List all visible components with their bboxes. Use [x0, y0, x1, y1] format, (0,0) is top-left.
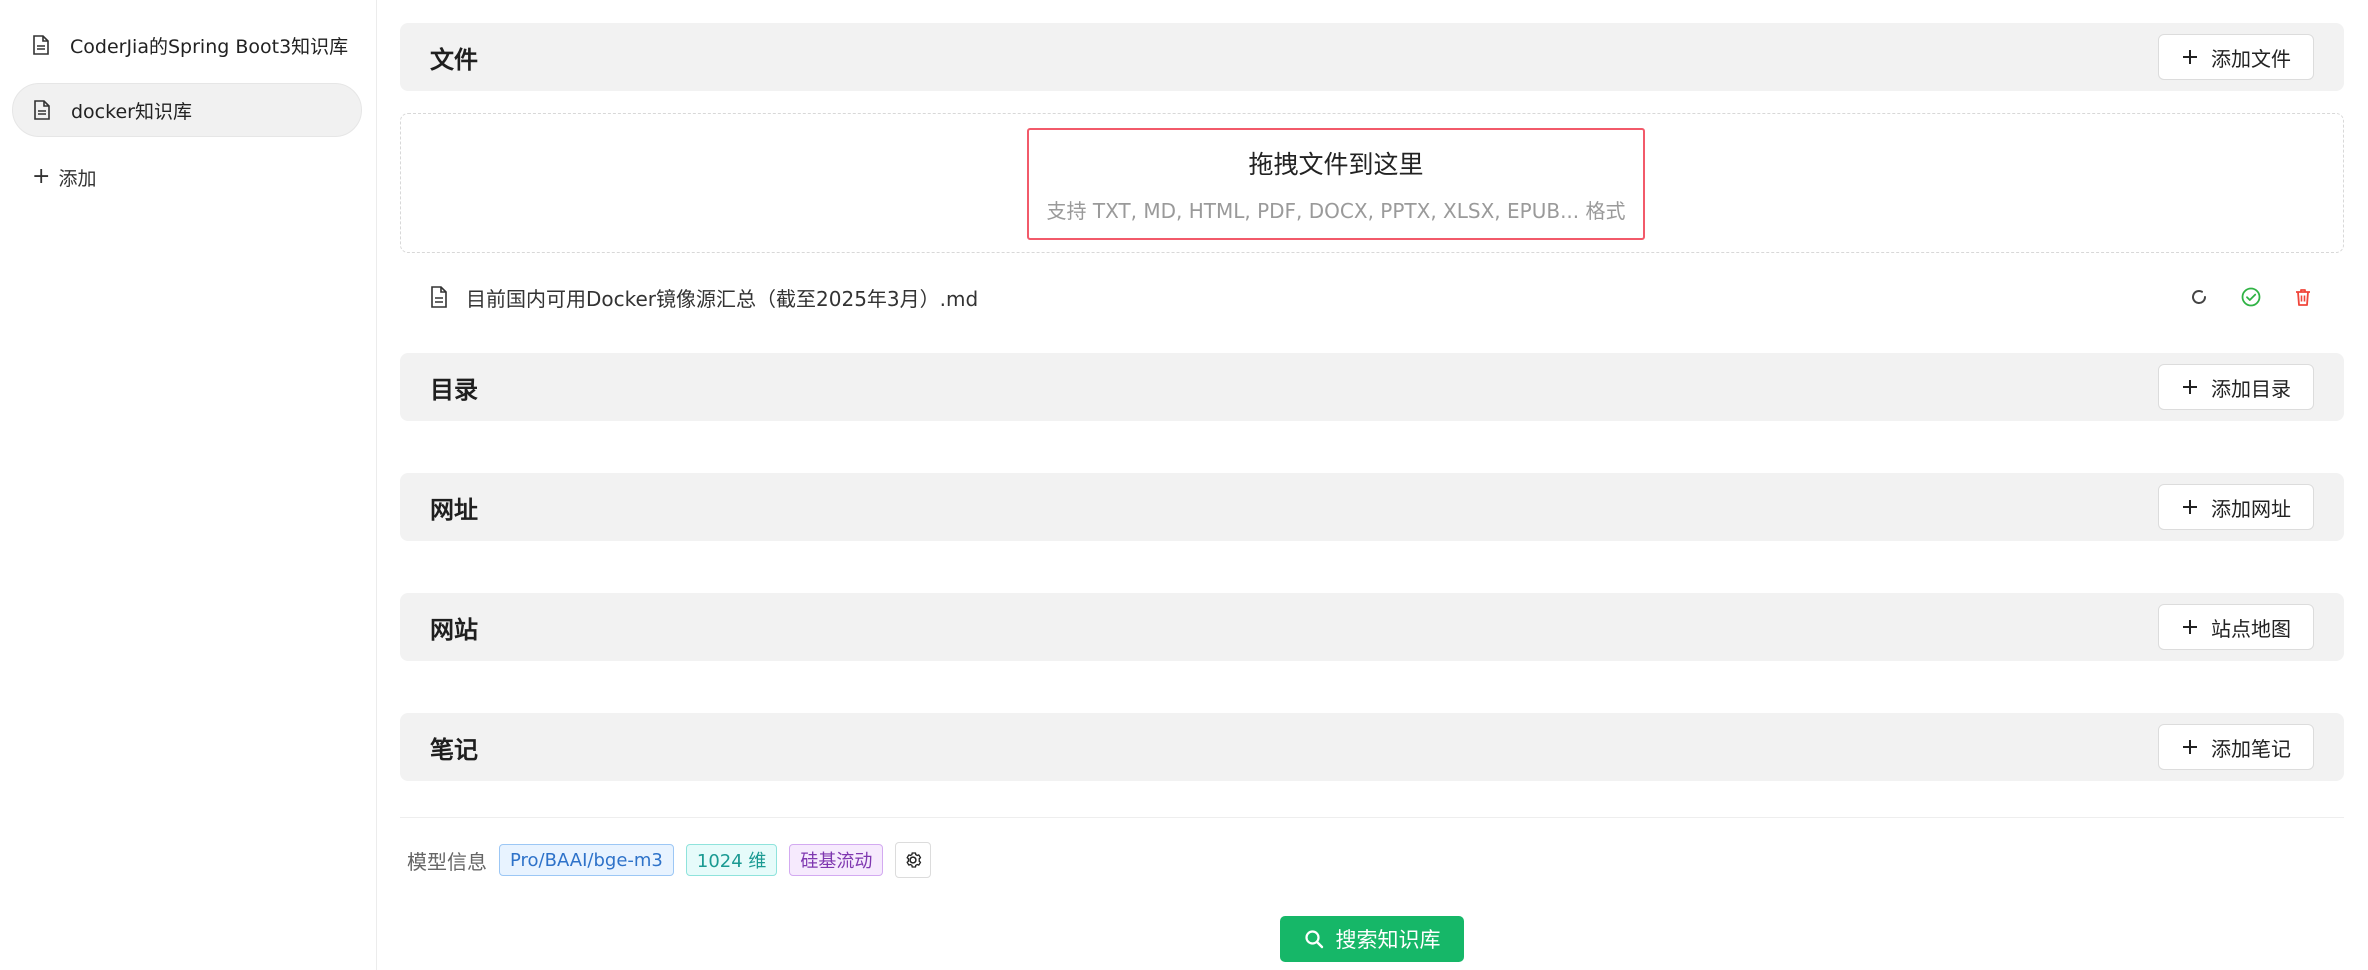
add-directory-button[interactable]: 添加目录	[2158, 364, 2314, 410]
website-section-header: 网站 站点地图	[400, 593, 2344, 661]
dropzone-target[interactable]: 拖拽文件到这里 支持 TXT, MD, HTML, PDF, DOCX, PPT…	[1027, 128, 1645, 240]
add-directory-label: 添加目录	[2211, 376, 2291, 401]
document-icon	[431, 286, 447, 308]
url-section-header: 网址 添加网址	[400, 473, 2344, 541]
add-file-label: 添加文件	[2211, 46, 2291, 71]
sitemap-label: 站点地图	[2211, 616, 2291, 641]
model-name-tag: Pro/BAAI/bge-m3	[499, 844, 674, 876]
file-actions	[2188, 286, 2314, 308]
files-section-header: 文件 添加文件	[400, 23, 2344, 91]
model-info-label: 模型信息	[407, 849, 487, 874]
plus-icon	[2183, 740, 2197, 754]
sidebar: CoderJia的Spring Boot3知识库 docker知识库 + 添加	[0, 0, 377, 970]
check-circle-icon[interactable]	[2240, 286, 2262, 308]
model-info-row: 模型信息 Pro/BAAI/bge-m3 1024 维 硅基流动	[407, 842, 932, 878]
sidebar-item-label: CoderJia的Spring Boot3知识库	[70, 35, 349, 58]
plus-icon	[2183, 620, 2197, 634]
trash-icon[interactable]	[2292, 286, 2314, 308]
notes-section-title: 笔记	[430, 735, 478, 764]
add-knowledge-base-button[interactable]: + 添加	[32, 162, 96, 192]
file-dropzone[interactable]: 拖拽文件到这里 支持 TXT, MD, HTML, PDF, DOCX, PPT…	[400, 113, 2344, 253]
divider	[400, 817, 2344, 818]
url-section-title: 网址	[430, 495, 478, 524]
add-url-label: 添加网址	[2211, 496, 2291, 521]
dropzone-title: 拖拽文件到这里	[1248, 149, 1424, 179]
plus-icon	[2183, 500, 2197, 514]
plus-icon	[2183, 50, 2197, 64]
dropzone-hint: 支持 TXT, MD, HTML, PDF, DOCX, PPTX, XLSX,…	[1046, 198, 1626, 223]
sitemap-button[interactable]: 站点地图	[2158, 604, 2314, 650]
notes-section-header: 笔记 添加笔记	[400, 713, 2344, 781]
file-name: 目前国内可用Docker镜像源汇总（截至2025年3月）.md	[466, 286, 979, 311]
search-button-label: 搜索知识库	[1335, 928, 1441, 952]
document-icon	[33, 35, 49, 55]
gear-icon	[906, 852, 922, 868]
directory-section-header: 目录 添加目录	[400, 353, 2344, 421]
provider-tag: 硅基流动	[789, 844, 884, 876]
plus-icon: +	[32, 164, 51, 189]
sidebar-item-label: docker知识库	[71, 100, 192, 123]
add-note-button[interactable]: 添加笔记	[2158, 724, 2314, 770]
model-settings-button[interactable]	[895, 842, 932, 878]
plus-icon	[2183, 380, 2197, 394]
directory-section-title: 目录	[430, 375, 478, 404]
add-file-button[interactable]: 添加文件	[2158, 34, 2314, 80]
website-section-title: 网站	[430, 615, 478, 644]
file-list-item: 目前国内可用Docker镜像源汇总（截至2025年3月）.md	[430, 278, 2314, 316]
document-icon	[34, 100, 50, 120]
search-knowledge-base-button[interactable]: 搜索知识库	[1280, 916, 1464, 962]
files-section-title: 文件	[430, 45, 478, 74]
sidebar-item-springboot-kb[interactable]: CoderJia的Spring Boot3知识库	[12, 18, 362, 72]
add-label: 添加	[58, 167, 97, 190]
main-panel: 文件 添加文件 拖拽文件到这里 支持 TXT, MD, HTML, PDF, D…	[377, 0, 2368, 970]
refresh-icon[interactable]	[2188, 286, 2210, 308]
dimension-tag: 1024 维	[685, 844, 778, 876]
search-icon	[1304, 930, 1323, 949]
add-note-label: 添加笔记	[2211, 736, 2291, 761]
sidebar-item-docker-kb[interactable]: docker知识库	[12, 83, 362, 137]
app-root: CoderJia的Spring Boot3知识库 docker知识库 + 添加 …	[0, 0, 2368, 970]
add-url-button[interactable]: 添加网址	[2158, 484, 2314, 530]
